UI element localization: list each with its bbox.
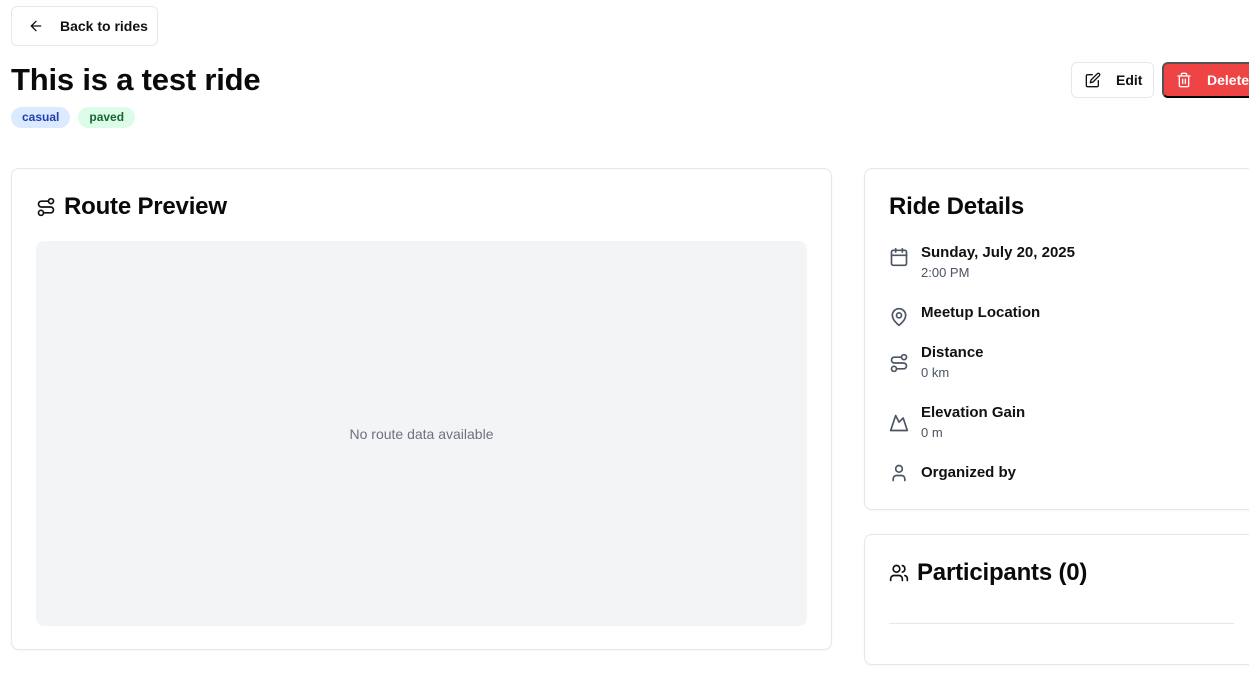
map-pin-icon <box>889 307 909 327</box>
users-icon <box>889 563 909 583</box>
edit-button[interactable]: Edit <box>1071 62 1154 98</box>
calendar-icon <box>889 247 909 267</box>
back-to-rides-button[interactable]: Back to rides <box>11 6 158 46</box>
participants-heading: Participants (0) <box>889 559 1087 587</box>
detail-date: Sunday, July 20, 2025 2:00 PM <box>889 243 1075 283</box>
page-title: This is a test ride <box>11 62 261 97</box>
route-icon <box>36 197 56 217</box>
arrow-left-icon <box>28 18 44 34</box>
detail-elevation-text: Elevation Gain 0 m <box>921 403 1025 443</box>
participants-title: Participants (0) <box>917 559 1088 586</box>
participants-card: Participants (0) <box>864 534 1249 665</box>
distance-value: 0 km <box>921 365 950 380</box>
route-empty-text: No route data available <box>349 425 494 442</box>
participants-divider <box>889 623 1234 624</box>
ride-tags: casual paved <box>11 107 136 128</box>
route-preview-card: Route Preview No route data available <box>11 168 832 650</box>
tag-paved: paved <box>78 107 136 128</box>
elevation-label: Elevation Gain <box>921 404 1026 421</box>
back-to-rides-label: Back to rides <box>60 18 148 34</box>
route-icon <box>889 353 909 373</box>
detail-distance: Distance 0 km <box>889 343 984 383</box>
detail-meetup: Meetup Location <box>889 303 1040 327</box>
delete-button[interactable]: Delete <box>1162 62 1249 98</box>
user-icon <box>889 463 909 483</box>
delete-label: Delete <box>1207 72 1249 88</box>
route-map-placeholder: No route data available <box>36 241 807 626</box>
organized-by-label: Organized by <box>921 464 1017 481</box>
ride-date: Sunday, July 20, 2025 <box>921 244 1075 261</box>
trash-icon <box>1176 72 1192 88</box>
tag-casual: casual <box>11 107 71 128</box>
detail-distance-text: Distance 0 km <box>921 343 984 383</box>
edit-label: Edit <box>1116 72 1143 88</box>
edit-icon <box>1085 72 1101 88</box>
distance-label: Distance <box>921 344 984 361</box>
route-preview-title: Route Preview <box>64 193 227 220</box>
detail-date-text: Sunday, July 20, 2025 2:00 PM <box>921 243 1075 283</box>
mountain-icon <box>889 413 909 433</box>
elevation-value: 0 m <box>921 425 943 440</box>
route-preview-heading: Route Preview <box>36 193 227 221</box>
meetup-location-label: Meetup Location <box>921 304 1041 321</box>
ride-details-card: Ride Details Sunday, July 20, 2025 2:00 … <box>864 168 1249 510</box>
ride-time: 2:00 PM <box>921 265 970 280</box>
detail-organizer: Organized by <box>889 463 1016 483</box>
ride-details-title: Ride Details <box>889 193 1024 220</box>
ride-detail-page: Back to rides This is a test ride casual… <box>0 0 1249 676</box>
detail-elevation: Elevation Gain 0 m <box>889 403 1025 443</box>
